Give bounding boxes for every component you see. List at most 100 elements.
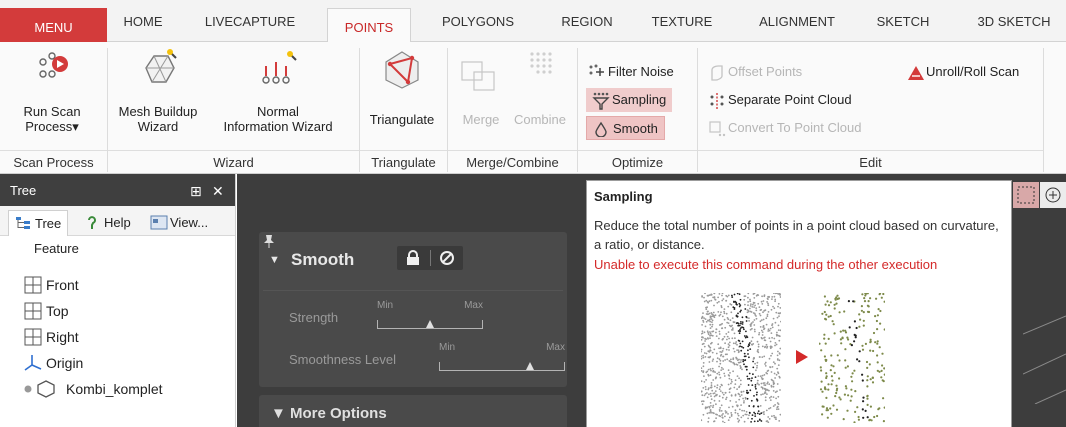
point: [736, 293, 739, 295]
point: [753, 302, 756, 304]
point: [778, 315, 780, 317]
select-window-icon[interactable]: [1013, 182, 1039, 208]
point: [844, 348, 847, 351]
point: [752, 312, 755, 314]
point: [754, 386, 757, 388]
tab-region[interactable]: REGION: [548, 14, 626, 42]
point: [754, 384, 757, 386]
point: [754, 415, 757, 417]
point: [878, 346, 881, 349]
point: [712, 379, 715, 381]
tab-polygons[interactable]: POLYGONS: [427, 14, 529, 42]
cancel-icon[interactable]: [439, 250, 455, 266]
point: [726, 353, 728, 356]
close-icon[interactable]: ✕: [212, 183, 224, 200]
point: [846, 365, 849, 368]
point: [758, 413, 761, 415]
point: [755, 307, 758, 309]
point: [760, 382, 763, 385]
slider-thumb[interactable]: [525, 362, 534, 370]
point: [704, 293, 706, 295]
tab-view[interactable]: View...: [144, 210, 214, 236]
merge-label: Merge: [462, 112, 500, 127]
point: [724, 326, 727, 329]
unroll-roll-scan-button[interactable]: Unroll/Roll Scan: [900, 60, 1025, 84]
pin-icon[interactable]: [263, 234, 275, 248]
point: [750, 303, 752, 306]
point: [740, 345, 743, 348]
collapse-caret-icon[interactable]: ▼: [269, 254, 280, 266]
point: [765, 409, 768, 412]
point: [707, 313, 709, 316]
separate-point-cloud-label: Separate Point Cloud: [728, 92, 852, 107]
point: [776, 406, 779, 409]
point: [859, 318, 862, 321]
group-edit: Edit: [698, 150, 1043, 174]
tooltip-description: Reduce the total number of points in a p…: [594, 218, 999, 252]
point: [777, 334, 780, 337]
point: [727, 346, 730, 349]
point: [755, 387, 757, 390]
point: [704, 388, 707, 391]
point: [716, 386, 718, 389]
point: [772, 405, 775, 407]
smoothness-slider[interactable]: Min Max: [439, 342, 565, 372]
triangulate-button[interactable]: Triangulate: [362, 46, 442, 146]
tab-points[interactable]: POINTS: [327, 8, 411, 43]
point: [721, 294, 723, 297]
mesh-buildup-wizard-button[interactable]: Mesh Buildup Wizard: [110, 46, 206, 146]
offset-points-button[interactable]: Offset Points: [702, 60, 808, 84]
lock-icon[interactable]: [405, 250, 421, 266]
pin-icon[interactable]: ⊞: [190, 183, 202, 200]
tooltip-warning: Unable to execute this command during th…: [594, 257, 938, 272]
point: [747, 417, 749, 420]
point: [709, 368, 712, 370]
strength-slider[interactable]: Min Max: [377, 300, 483, 330]
normal-information-wizard-button[interactable]: Normal Information Wizard: [206, 46, 350, 146]
point: [750, 322, 753, 325]
point: [833, 307, 836, 310]
tab-help[interactable]: Help: [78, 210, 137, 236]
point: [876, 361, 879, 364]
point: [861, 348, 865, 351]
tab-texture[interactable]: TEXTURE: [640, 14, 724, 42]
smooth-button[interactable]: Smooth: [586, 116, 665, 140]
zoom-plus-icon[interactable]: [1040, 182, 1066, 208]
smooth-panel-actions: [397, 246, 463, 270]
convert-to-point-cloud-button[interactable]: Convert To Point Cloud: [702, 116, 867, 140]
point: [824, 317, 827, 320]
tab-sketch[interactable]: SKETCH: [866, 14, 940, 42]
point: [751, 417, 753, 420]
point: [736, 343, 738, 346]
more-options-header[interactable]: ▼ More Options: [259, 395, 567, 427]
point: [736, 322, 739, 324]
run-scan-process-button[interactable]: Run Scan Process▾: [4, 46, 100, 146]
point: [757, 420, 759, 423]
point: [774, 416, 777, 419]
combine-button[interactable]: Combine: [508, 46, 572, 146]
point: [746, 389, 748, 392]
point: [701, 370, 703, 372]
menu-button[interactable]: MENU: [0, 8, 107, 42]
tab-alignment[interactable]: ALIGNMENT: [745, 14, 849, 42]
point: [702, 400, 704, 402]
point: [771, 336, 773, 339]
tab-3d-sketch[interactable]: 3D SKETCH: [962, 14, 1066, 42]
tab-home[interactable]: HOME: [108, 14, 178, 42]
point: [745, 320, 748, 322]
tab-tree[interactable]: Tree: [8, 210, 69, 236]
slider-thumb[interactable]: [426, 320, 434, 328]
point: [774, 391, 777, 394]
point: [709, 355, 712, 358]
sampling-button[interactable]: Sampling: [586, 88, 673, 112]
point: [725, 398, 727, 401]
point: [749, 298, 751, 301]
filter-noise-button[interactable]: Filter Noise: [582, 60, 680, 84]
point: [823, 310, 826, 314]
point: [853, 421, 856, 423]
merge-button[interactable]: Merge: [452, 46, 510, 146]
point: [702, 312, 704, 314]
point: [773, 372, 776, 375]
separate-point-cloud-button[interactable]: Separate Point Cloud: [702, 88, 858, 112]
tab-livecapture[interactable]: LIVECAPTURE: [188, 14, 312, 42]
